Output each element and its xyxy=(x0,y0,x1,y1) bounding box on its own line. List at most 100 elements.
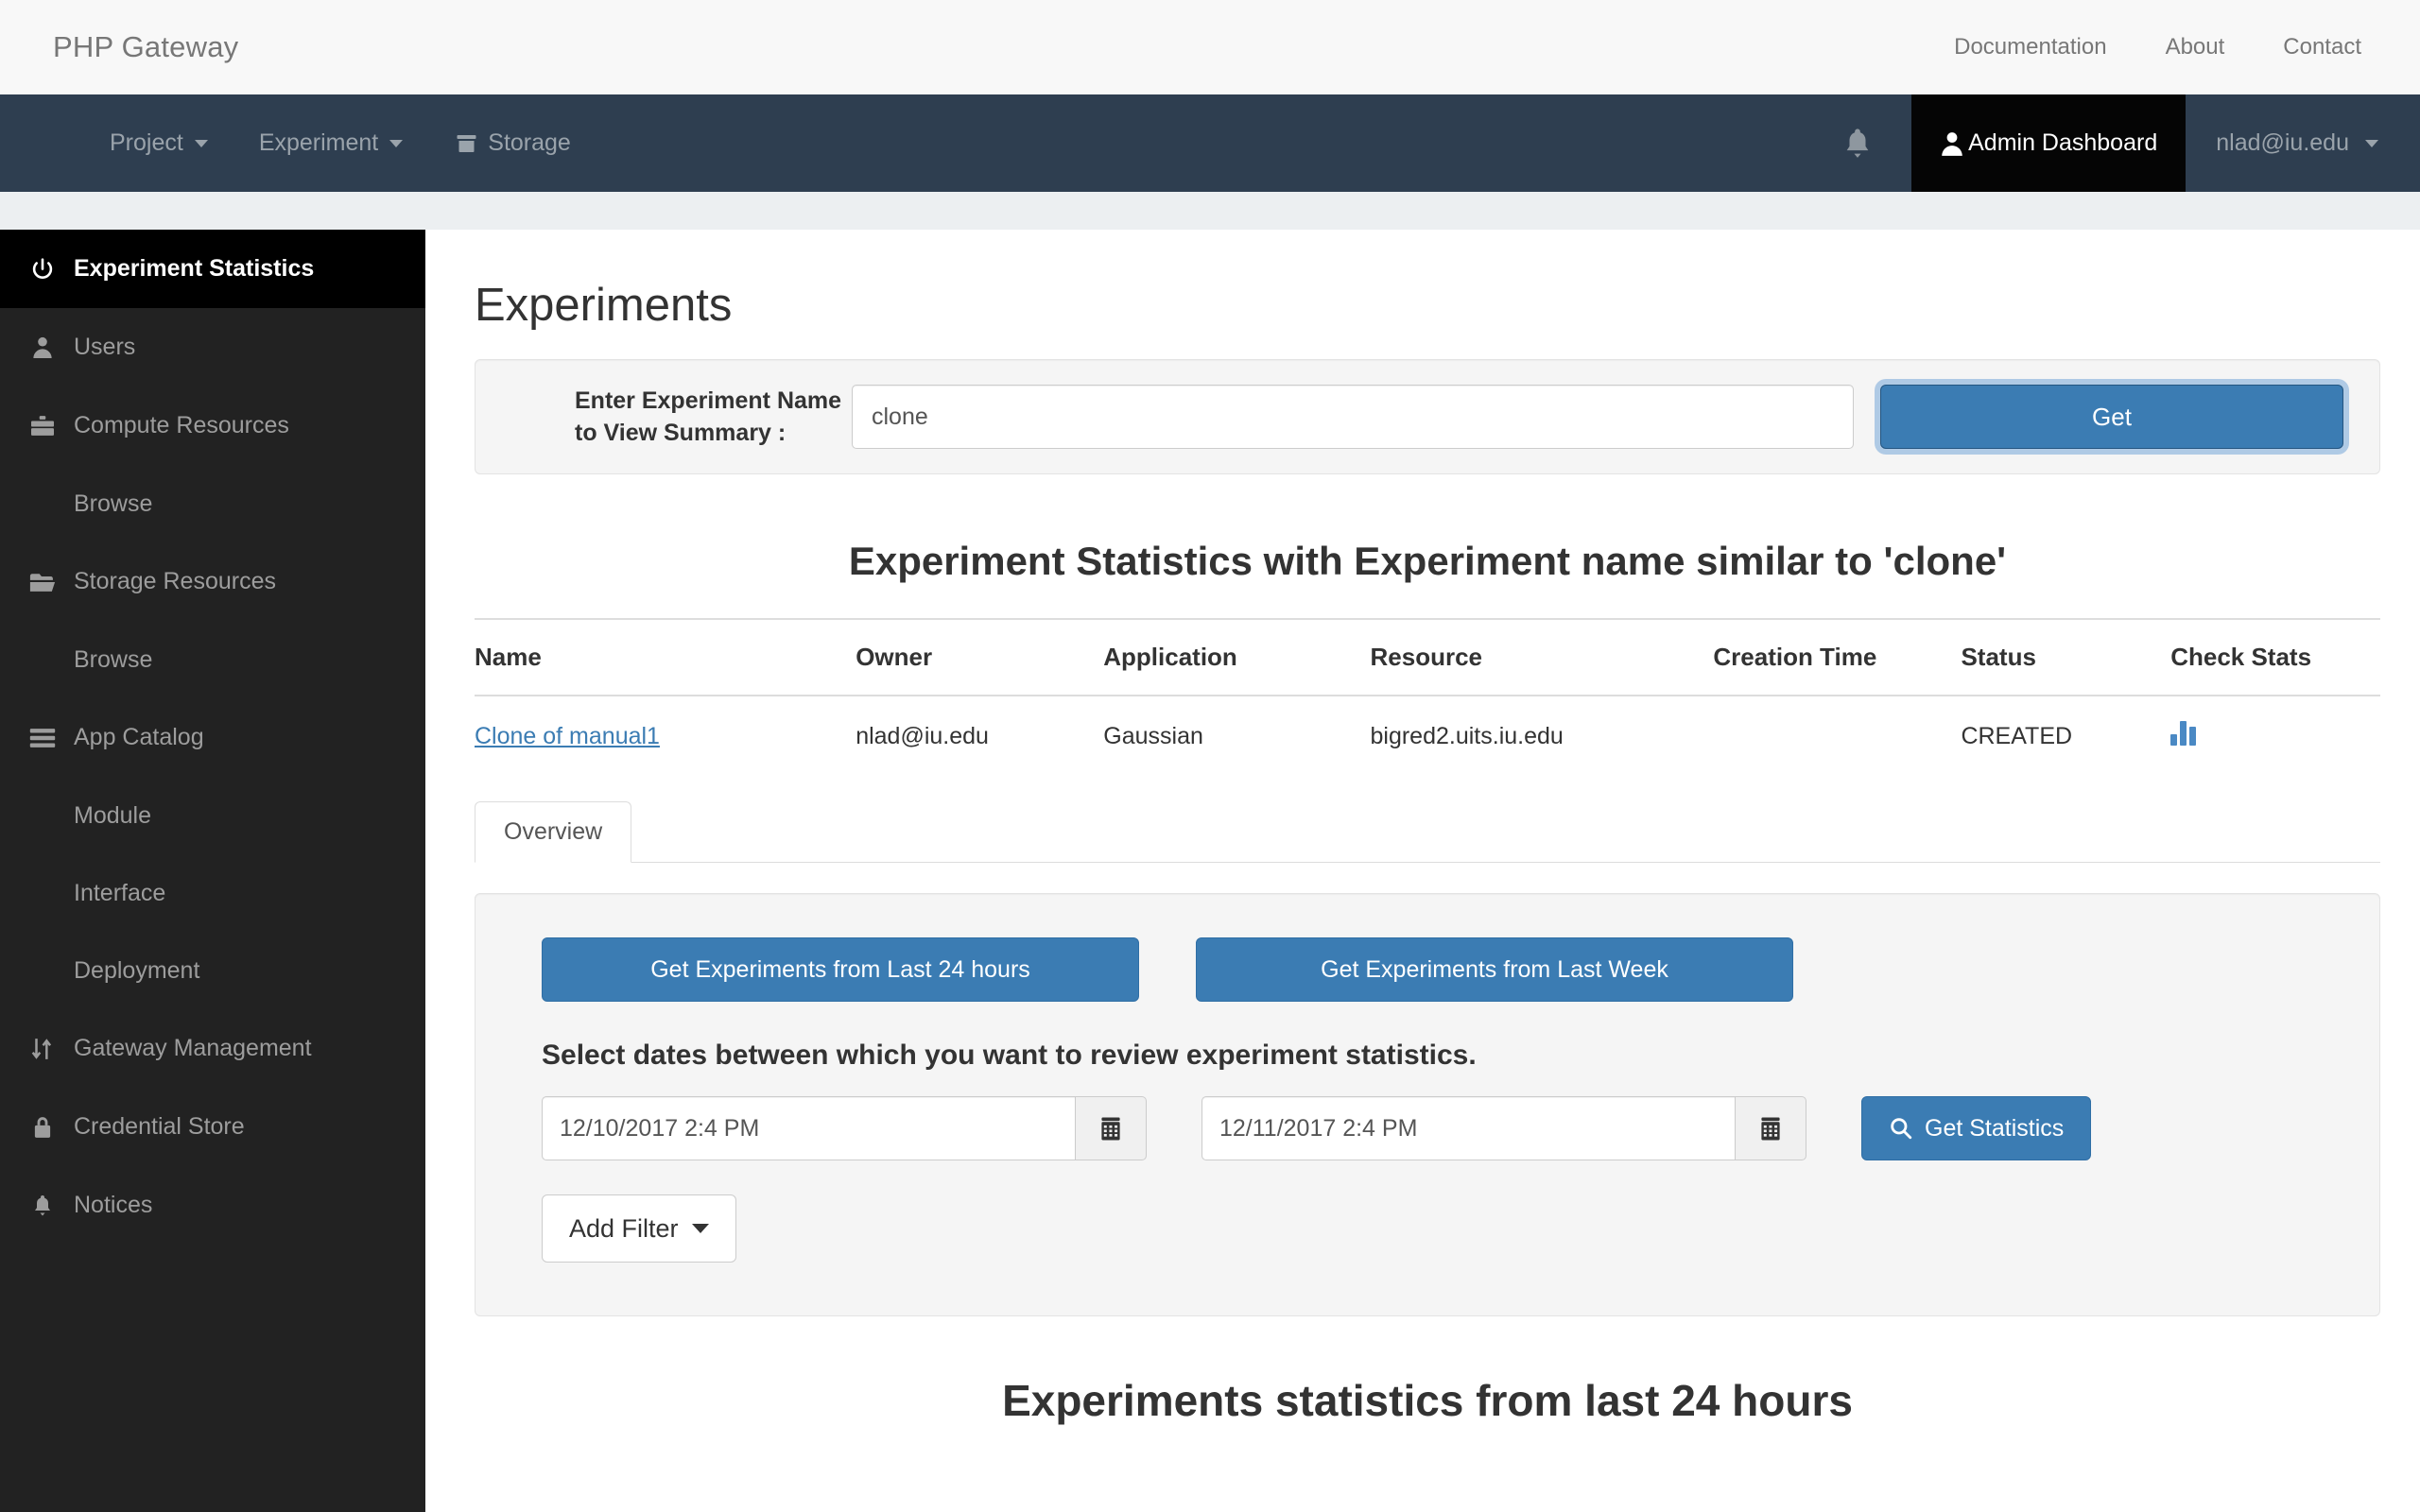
column-header-status: Status xyxy=(1961,618,2171,696)
brand-link-about[interactable]: About xyxy=(2166,34,2225,60)
brand-link-contact[interactable]: Contact xyxy=(2283,34,2361,60)
experiment-name-input[interactable] xyxy=(852,385,1854,449)
admin-dashboard-button[interactable]: Admin Dashboard xyxy=(1911,94,2187,192)
column-header-creation-time: Creation Time xyxy=(1713,618,1962,696)
user-menu-button[interactable]: nlad@iu.edu xyxy=(2186,94,2420,192)
list-icon xyxy=(28,728,57,748)
cell-check-stats xyxy=(2170,696,2380,777)
bottom-heading: Experiments statistics from last 24 hour… xyxy=(1002,1376,1853,1425)
stats-heading: Experiment Statistics with Experiment na… xyxy=(848,539,2007,583)
tab-overview[interactable]: Overview xyxy=(475,801,632,863)
main-navbar: Project Experiment Storage Admin Dashboa… xyxy=(0,94,2420,192)
caret-down-icon xyxy=(2365,139,2378,147)
calendar-icon xyxy=(1099,1116,1122,1142)
table-row: Clone of manual1 nlad@iu.edu Gaussian bi… xyxy=(475,696,2380,777)
sidebar-item-deployment[interactable]: Deployment xyxy=(0,932,425,1009)
column-header-name: Name xyxy=(475,618,856,696)
navbar-left-group: Project Experiment Storage xyxy=(0,94,571,192)
add-filter-label: Add Filter xyxy=(569,1213,679,1243)
nav-item-storage[interactable]: Storage xyxy=(454,129,571,157)
get-last-week-button[interactable]: Get Experiments from Last Week xyxy=(1196,937,1793,1002)
sidebar-item-interface[interactable]: Interface xyxy=(0,854,425,932)
sidebar-item-module[interactable]: Module xyxy=(0,777,425,854)
sidebar-item-label: Compute Resources xyxy=(74,412,289,438)
sidebar-item-label: Browse xyxy=(74,645,153,673)
sidebar-item-users[interactable]: Users xyxy=(0,308,425,387)
admin-sidebar: Experiment Statistics Users Compute Reso… xyxy=(0,230,425,1512)
cell-name: Clone of manual1 xyxy=(475,696,856,777)
sidebar-item-label: App Catalog xyxy=(74,724,204,750)
sidebar-item-label: Storage Resources xyxy=(74,568,277,594)
get-last-24-hours-button[interactable]: Get Experiments from Last 24 hours xyxy=(542,937,1139,1002)
sidebar-item-compute-browse[interactable]: Browse xyxy=(0,465,425,542)
date-to-calendar-button[interactable] xyxy=(1735,1096,1806,1160)
table-header-row: Name Owner Application Resource Creation… xyxy=(475,618,2380,696)
admin-dashboard-label: Admin Dashboard xyxy=(1968,129,2158,156)
nav-item-experiment[interactable]: Experiment xyxy=(258,129,404,157)
column-header-check-stats: Check Stats xyxy=(2170,618,2380,696)
sidebar-item-storage-resources[interactable]: Storage Resources xyxy=(0,542,425,621)
get-statistics-button[interactable]: Get Statistics xyxy=(1861,1096,2092,1160)
folder-open-icon xyxy=(28,571,57,593)
date-from-group xyxy=(542,1096,1147,1160)
calendar-icon xyxy=(1759,1116,1782,1142)
bell-icon xyxy=(28,1193,57,1219)
sidebar-item-notices[interactable]: Notices xyxy=(0,1166,425,1245)
add-filter-button[interactable]: Add Filter xyxy=(542,1194,736,1263)
user-menu-label: nlad@iu.edu xyxy=(2216,129,2349,156)
sidebar-item-label: Credential Store xyxy=(74,1113,245,1140)
sidebar-item-compute-resources[interactable]: Compute Resources xyxy=(0,387,425,465)
navbar-content-divider xyxy=(0,192,2420,230)
sidebar-item-label: Module xyxy=(74,801,151,829)
page-shell: Experiment Statistics Users Compute Reso… xyxy=(0,230,2420,1512)
brand-title: PHP Gateway xyxy=(53,29,239,63)
caret-down-icon xyxy=(194,139,208,147)
experiment-search-well: Enter Experiment Name to View Summary : … xyxy=(475,359,2380,474)
sidebar-item-storage-browse[interactable]: Browse xyxy=(0,621,425,698)
date-to-group xyxy=(1201,1096,1806,1160)
nav-item-project[interactable]: Project xyxy=(110,129,208,157)
briefcase-icon xyxy=(28,415,57,438)
get-statistics-label: Get Statistics xyxy=(1925,1114,2065,1142)
sidebar-item-gateway-management[interactable]: Gateway Management xyxy=(0,1009,425,1088)
navbar-right-group: Admin Dashboard nlad@iu.edu xyxy=(1804,94,2420,192)
statistics-filter-panel: Get Experiments from Last 24 hours Get E… xyxy=(475,893,2380,1316)
user-icon xyxy=(1940,130,1964,157)
status-badge: CREATED xyxy=(1961,723,2073,749)
date-from-input[interactable] xyxy=(542,1096,1075,1160)
notification-bell-button[interactable] xyxy=(1804,94,1911,192)
cell-creation-time xyxy=(1713,696,1961,777)
cell-application: Gaussian xyxy=(1103,723,1203,749)
cell-resource: bigred2.uits.iu.edu xyxy=(1370,723,1564,749)
nav-item-experiment-label: Experiment xyxy=(258,129,379,156)
cell-owner: nlad@iu.edu xyxy=(856,723,989,749)
experiment-search-label: Enter Experiment Name to View Summary : xyxy=(575,387,842,446)
column-header-resource: Resource xyxy=(1370,618,1714,696)
sidebar-item-label: Users xyxy=(74,334,136,360)
brand-links: Documentation About Contact xyxy=(1954,34,2361,60)
sidebar-item-credential-store[interactable]: Credential Store xyxy=(0,1088,425,1166)
experiment-name-link[interactable]: Clone of manual1 xyxy=(475,723,660,749)
column-header-owner: Owner xyxy=(856,618,1104,696)
search-icon xyxy=(1889,1116,1913,1141)
date-to-input[interactable] xyxy=(1201,1096,1735,1160)
nav-item-project-label: Project xyxy=(110,129,183,156)
sort-icon xyxy=(28,1037,57,1061)
sidebar-item-app-catalog[interactable]: App Catalog xyxy=(0,698,425,777)
quick-range-buttons: Get Experiments from Last 24 hours Get E… xyxy=(542,937,2313,1002)
user-icon xyxy=(28,335,57,359)
nav-item-storage-label: Storage xyxy=(488,129,571,156)
bell-icon xyxy=(1841,126,1874,162)
caret-down-icon xyxy=(691,1224,709,1233)
date-range-note: Select dates between which you want to r… xyxy=(542,1040,1477,1071)
brand-header: PHP Gateway Documentation About Contact xyxy=(0,0,2420,94)
folder-icon xyxy=(454,132,479,155)
sidebar-item-label: Experiment Statistics xyxy=(74,255,315,282)
date-from-calendar-button[interactable] xyxy=(1075,1096,1147,1160)
sidebar-item-experiment-statistics[interactable]: Experiment Statistics xyxy=(0,230,425,308)
bar-chart-icon[interactable] xyxy=(2170,721,2197,746)
get-button[interactable]: Get xyxy=(1880,385,2343,449)
brand-link-documentation[interactable]: Documentation xyxy=(1954,34,2106,60)
lock-icon xyxy=(28,1115,57,1140)
sidebar-item-label: Notices xyxy=(74,1192,153,1218)
